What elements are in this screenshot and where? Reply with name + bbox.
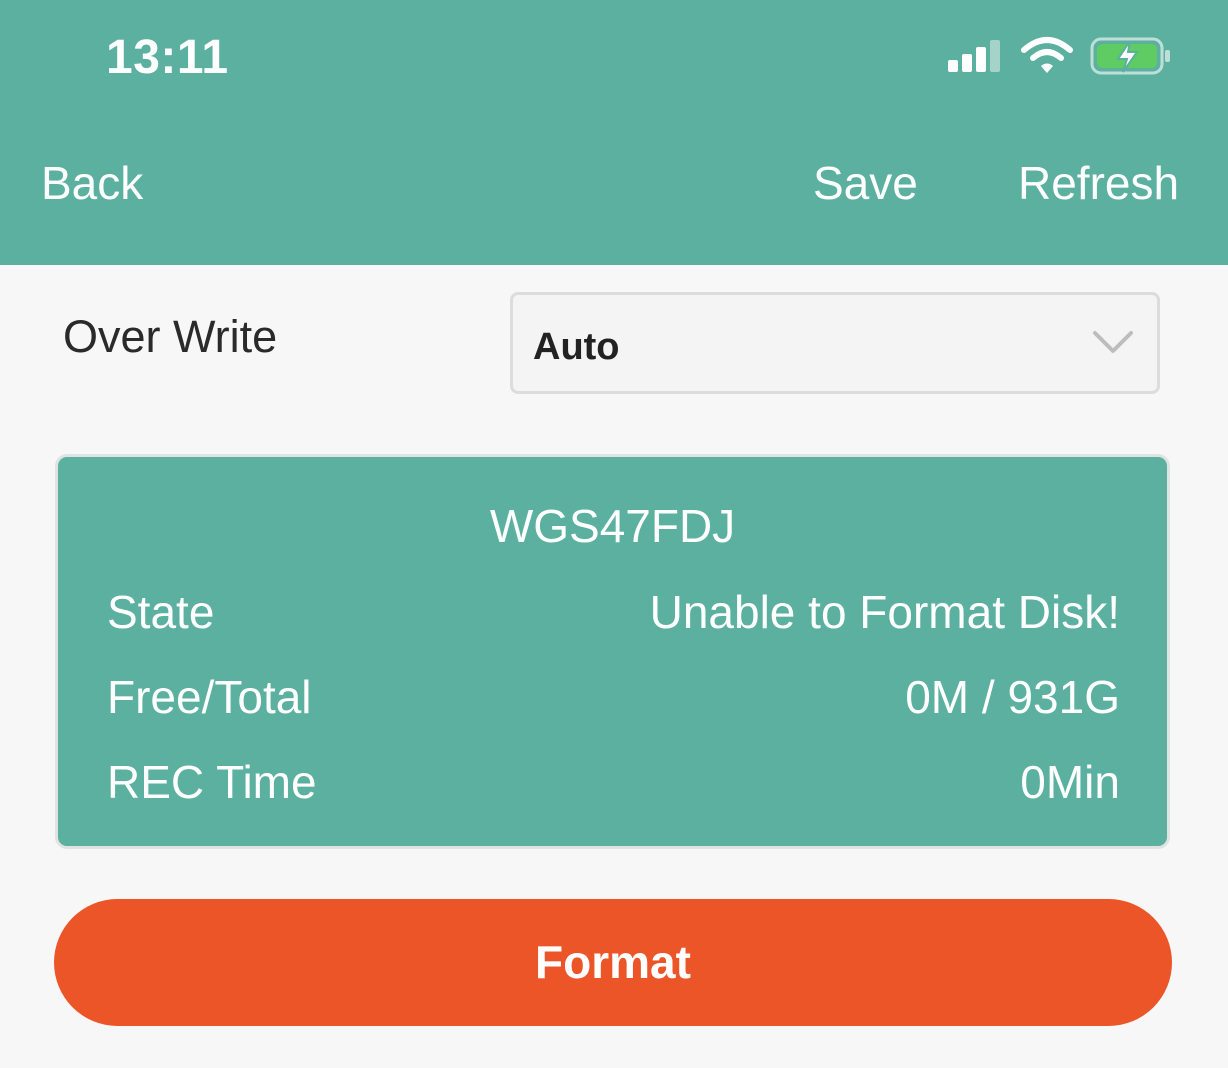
save-button[interactable]: Save: [813, 156, 918, 210]
state-value: Unable to Format Disk!: [649, 586, 1120, 638]
overwrite-select[interactable]: Auto: [510, 292, 1160, 394]
disk-name: WGS47FDJ: [489, 500, 736, 552]
overwrite-label: Over Write: [63, 311, 278, 362]
state-label: State: [107, 586, 215, 638]
overwrite-selected-value: Auto: [533, 326, 620, 368]
status-time: 13:11: [106, 31, 229, 84]
format-button[interactable]: Format: [54, 899, 1172, 1026]
free-total-value: 0M / 931G: [905, 671, 1120, 723]
header-bar: 13:11 Back Save Refresh: [0, 0, 1228, 265]
free-total-label: Free/Total: [107, 671, 312, 723]
rec-time-value: 0Min: [1020, 756, 1120, 808]
cellular-signal-icon: [946, 36, 1006, 76]
status-icons: [946, 36, 1176, 80]
wifi-icon: [1020, 36, 1074, 76]
battery-charging-icon: [1090, 36, 1174, 78]
chevron-down-icon: [1091, 327, 1135, 357]
rec-time-label: REC Time: [107, 756, 317, 808]
disk-info-card: WGS47FDJ State Unable to Format Disk! Fr…: [55, 454, 1170, 849]
back-button[interactable]: Back: [41, 156, 143, 210]
refresh-button[interactable]: Refresh: [1018, 156, 1179, 210]
